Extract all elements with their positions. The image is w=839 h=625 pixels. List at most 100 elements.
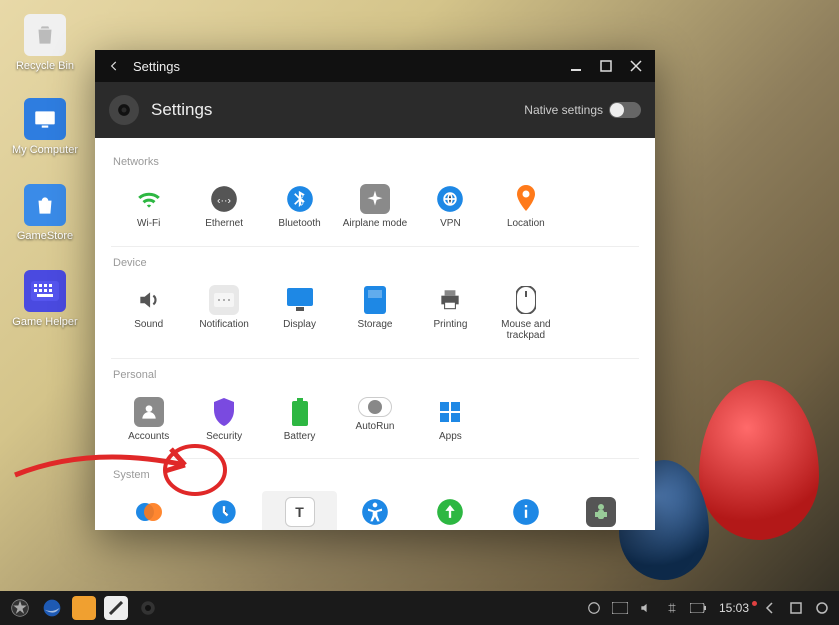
updates-icon	[435, 497, 465, 527]
close-button[interactable]	[625, 55, 647, 77]
settings-item-bluetooth[interactable]: Bluetooth	[262, 178, 337, 236]
tray-network-icon[interactable]	[663, 599, 681, 617]
settings-item-notification[interactable]: Notification	[186, 279, 261, 348]
settings-item-language-input[interactable]: T Languages & input	[262, 491, 337, 530]
settings-item-label: Display	[283, 319, 316, 331]
desktop-icon-label: Game Helper	[12, 316, 77, 328]
settings-item-label: Printing	[433, 319, 467, 331]
settings-content: Networks Wi-Fi ‹··› Ethernet	[95, 138, 655, 530]
security-icon	[209, 397, 239, 427]
settings-item-location[interactable]: Location	[488, 178, 563, 236]
taskbar: 15:03	[0, 591, 839, 625]
bag-icon	[24, 184, 66, 226]
settings-item-sound[interactable]: Sound	[111, 279, 186, 348]
accounts-icon	[134, 397, 164, 427]
back-button[interactable]	[103, 55, 125, 77]
settings-item-date-time[interactable]: Date & time	[186, 491, 261, 530]
minimize-button[interactable]	[565, 55, 587, 77]
desktop-icon-recycle-bin[interactable]: Recycle Bin	[10, 14, 80, 72]
wifi-icon	[134, 184, 164, 214]
tray-keyboard-icon[interactable]	[611, 599, 629, 617]
settings-item-label: Accounts	[128, 431, 169, 443]
settings-item-label: Bluetooth	[278, 218, 320, 230]
settings-item-display[interactable]: Display	[262, 279, 337, 348]
settings-item-apps[interactable]: Apps	[413, 391, 488, 449]
taskbar-clock[interactable]: 15:03	[715, 601, 753, 615]
maximize-button[interactable]	[595, 55, 617, 77]
clock-text: 15:03	[719, 601, 749, 615]
settings-item-accounts[interactable]: Accounts	[111, 391, 186, 449]
notification-icon	[209, 285, 239, 315]
settings-item-label: Notification	[199, 319, 248, 331]
window-titlebar: Settings	[95, 50, 655, 82]
native-settings-toggle[interactable]: Native settings	[524, 102, 641, 118]
start-button[interactable]	[8, 596, 32, 620]
desktop-icon-game-helper[interactable]: Game Helper	[10, 270, 80, 328]
tray-battery-icon[interactable]	[689, 599, 707, 617]
toggle-switch-icon	[609, 102, 641, 118]
tray-volume-icon[interactable]	[637, 599, 655, 617]
printing-icon	[435, 285, 465, 315]
settings-item-security[interactable]: Security	[186, 391, 261, 449]
nav-back-button[interactable]	[761, 599, 779, 617]
window-title: Settings	[133, 59, 180, 74]
settings-item-accessibility[interactable]: Accessibility	[337, 491, 412, 530]
settings-item-label: Wi-Fi	[137, 218, 160, 230]
monitor-icon	[24, 98, 66, 140]
vpn-icon	[435, 184, 465, 214]
nav-home-button[interactable]	[787, 599, 805, 617]
info-icon	[511, 497, 541, 527]
desktop-icon-my-computer[interactable]: My Computer	[10, 98, 80, 156]
settings-item-printing[interactable]: Printing	[413, 279, 488, 348]
settings-item-root-permissions[interactable]: Root Permissions	[564, 491, 639, 530]
taskbar-app-editor[interactable]	[104, 596, 128, 620]
location-icon	[511, 184, 541, 214]
trash-icon	[24, 14, 66, 56]
autorun-icon	[358, 397, 392, 417]
storage-icon	[360, 285, 390, 315]
clock-icon	[209, 497, 239, 527]
taskbar-app-browser[interactable]	[40, 596, 64, 620]
root-icon	[586, 497, 616, 527]
settings-item-autorun[interactable]: AutoRun	[337, 391, 412, 449]
tray-notifications-icon[interactable]	[585, 599, 603, 617]
nav-recent-button[interactable]	[813, 599, 831, 617]
settings-item-appearance[interactable]: Appearance	[111, 491, 186, 530]
settings-window: Settings Settings Native settings	[95, 50, 655, 530]
settings-item-system-updates[interactable]: System updates	[413, 491, 488, 530]
settings-item-ethernet[interactable]: ‹··› Ethernet	[186, 178, 261, 236]
settings-item-label: Apps	[439, 431, 462, 443]
bluetooth-icon	[285, 184, 315, 214]
settings-item-label: Storage	[357, 319, 392, 331]
taskbar-app-settings[interactable]	[136, 596, 160, 620]
settings-item-battery[interactable]: Battery	[262, 391, 337, 449]
settings-item-label: Airplane mode	[343, 218, 407, 230]
settings-item-label: Location	[507, 218, 545, 230]
settings-item-airplane-mode[interactable]: Airplane mode	[337, 178, 412, 236]
settings-item-storage[interactable]: Storage	[337, 279, 412, 348]
settings-item-wifi[interactable]: Wi-Fi	[111, 178, 186, 236]
accessibility-icon	[360, 497, 390, 527]
settings-item-about-tablet[interactable]: About tablet	[488, 491, 563, 530]
settings-item-vpn[interactable]: VPN	[413, 178, 488, 236]
section-label-device: Device	[113, 257, 639, 269]
keyboard-icon	[24, 270, 66, 312]
gear-icon	[109, 95, 139, 125]
section-label-personal: Personal	[113, 369, 639, 381]
settings-item-mouse-trackpad[interactable]: Mouse and trackpad	[488, 279, 563, 348]
battery-icon	[285, 397, 315, 427]
wallpaper-game-piece-red	[699, 380, 819, 540]
settings-item-label: Ethernet	[205, 218, 243, 230]
airplane-icon	[360, 184, 390, 214]
page-title: Settings	[151, 100, 512, 120]
desktop-icon-gamestore[interactable]: GameStore	[10, 184, 80, 242]
svg-text:‹··›: ‹··›	[217, 195, 231, 207]
taskbar-app-files[interactable]	[72, 596, 96, 620]
appearance-icon	[134, 497, 164, 527]
window-header: Settings Native settings	[95, 82, 655, 138]
settings-item-label: Battery	[284, 431, 316, 443]
settings-item-label: VPN	[440, 218, 461, 230]
native-settings-label: Native settings	[524, 103, 603, 117]
settings-item-label: AutoRun	[356, 421, 395, 433]
settings-item-label: Sound	[134, 319, 163, 331]
